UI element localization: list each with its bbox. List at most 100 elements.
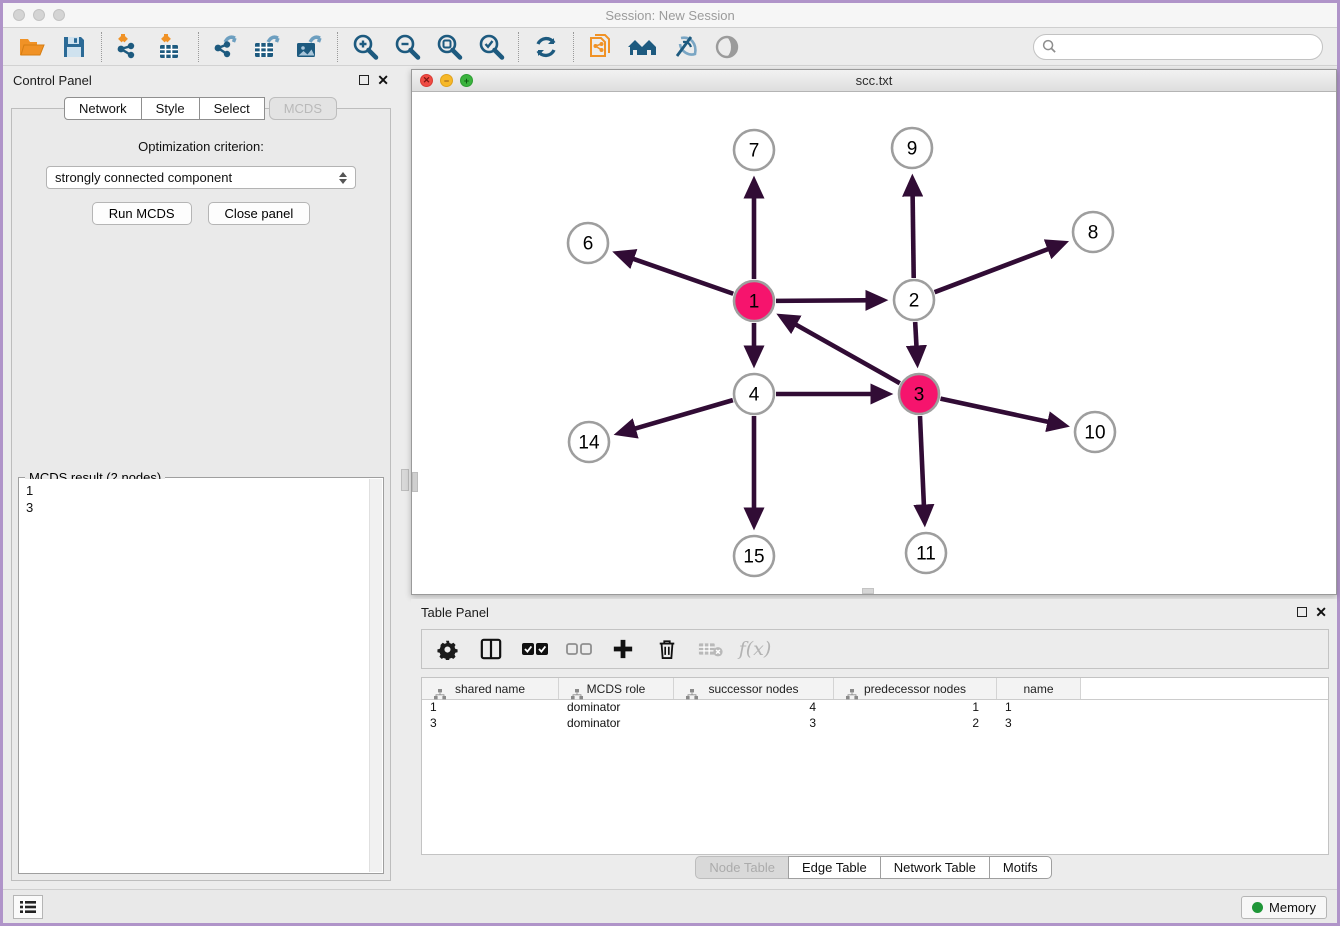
graph-node-6[interactable]: 6 — [568, 223, 608, 263]
cell-shared-name[interactable]: 1 — [422, 700, 559, 716]
control-panel-close-icon[interactable]: ✕ — [377, 73, 389, 87]
table-body: 1dominator4113dominator323 — [422, 700, 1328, 732]
graph-node-15[interactable]: 15 — [734, 536, 774, 576]
close-panel-button[interactable]: Close panel — [208, 202, 311, 225]
status-bar: Memory — [3, 889, 1337, 923]
copy-network-icon[interactable] — [580, 31, 622, 63]
table-settings-icon[interactable] — [432, 634, 462, 664]
search-box[interactable] — [1033, 34, 1323, 60]
task-history-button[interactable] — [13, 895, 43, 919]
cell-predecessor-nodes[interactable]: 1 — [834, 700, 997, 716]
mcds-result-text[interactable]: 1 3 — [20, 479, 369, 872]
cell-name[interactable]: 1 — [997, 700, 1081, 716]
export-network-icon[interactable] — [205, 31, 247, 63]
edge-2-3[interactable] — [915, 322, 917, 361]
tab-edge-table[interactable]: Edge Table — [788, 856, 881, 879]
zoom-selected-icon[interactable] — [470, 31, 512, 63]
column-header-successor-nodes[interactable]: successor nodes — [674, 678, 834, 699]
table-row[interactable]: 1dominator411 — [422, 700, 1328, 716]
deselect-all-checks-icon[interactable] — [564, 634, 594, 664]
table-row[interactable]: 3dominator323 — [422, 716, 1328, 732]
export-table-icon[interactable] — [247, 31, 289, 63]
tab-select[interactable]: Select — [199, 97, 265, 120]
tab-network-table[interactable]: Network Table — [880, 856, 990, 879]
tab-mcds[interactable]: MCDS — [269, 97, 337, 120]
function-builder-icon[interactable]: f(x) — [740, 634, 770, 664]
network-graph[interactable]: 7 9 6 8 1 2 4 3 14 10 15 11 — [412, 92, 1336, 594]
delete-entry-icon[interactable] — [652, 634, 682, 664]
graph-node-3[interactable]: 3 — [899, 374, 939, 414]
open-file-icon[interactable] — [11, 31, 53, 63]
export-image-icon[interactable] — [289, 31, 331, 63]
edge-3-1[interactable] — [783, 317, 900, 383]
zoom-fit-icon[interactable] — [428, 31, 470, 63]
tab-style[interactable]: Style — [141, 97, 200, 120]
graph-node-8[interactable]: 8 — [1073, 212, 1113, 252]
graph-node-2[interactable]: 2 — [894, 280, 934, 320]
edge-3-11[interactable] — [920, 416, 925, 520]
network-hscroll-thumb[interactable] — [862, 588, 874, 594]
graph-node-7[interactable]: 7 — [734, 130, 774, 170]
import-network-icon[interactable] — [108, 31, 150, 63]
import-table-icon[interactable] — [150, 31, 192, 63]
node-label: 3 — [914, 385, 925, 406]
edge-4-14[interactable] — [621, 400, 733, 433]
cell-name[interactable]: 3 — [997, 716, 1081, 732]
run-mcds-button[interactable]: Run MCDS — [92, 202, 192, 225]
column-header-MCDS-role[interactable]: MCDS role — [559, 678, 674, 699]
edge-1-6[interactable] — [619, 254, 733, 294]
graph-node-14[interactable]: 14 — [569, 422, 609, 462]
edge-1-2[interactable] — [776, 300, 881, 301]
network-window-titlebar[interactable]: ✕ − + scc.txt — [412, 70, 1336, 92]
search-input[interactable] — [1063, 39, 1314, 54]
table-panel: Table Panel ✕ — [411, 599, 1337, 889]
node-label: 1 — [749, 292, 760, 313]
edge-3-10[interactable] — [941, 399, 1063, 425]
delete-table-icon[interactable] — [696, 634, 726, 664]
mcds-result-scrollbar[interactable] — [369, 479, 382, 872]
first-neighbors-icon[interactable] — [622, 31, 664, 63]
toolbar-separator — [518, 32, 519, 62]
memory-label: Memory — [1269, 900, 1316, 915]
network-canvas[interactable]: 7 9 6 8 1 2 4 3 14 10 15 11 — [412, 92, 1336, 594]
cell-MCDS-role[interactable]: dominator — [559, 700, 674, 716]
memory-button[interactable]: Memory — [1241, 896, 1327, 919]
refresh-layout-icon[interactable] — [525, 31, 567, 63]
zoom-in-icon[interactable] — [344, 31, 386, 63]
control-panel-float-icon[interactable] — [359, 75, 369, 85]
table-panel-close-icon[interactable]: ✕ — [1315, 605, 1327, 619]
column-visibility-icon[interactable] — [476, 634, 506, 664]
tab-node-table[interactable]: Node Table — [695, 856, 789, 879]
graph-node-11[interactable]: 11 — [906, 533, 946, 573]
graph-node-4[interactable]: 4 — [734, 374, 774, 414]
edge-2-9[interactable] — [912, 181, 913, 278]
cell-shared-name[interactable]: 3 — [422, 716, 559, 732]
graph-node-9[interactable]: 9 — [892, 128, 932, 168]
show-hide-style-icon[interactable] — [664, 31, 706, 63]
network-window-title: scc.txt — [412, 73, 1336, 88]
cell-successor-nodes[interactable]: 3 — [674, 716, 834, 732]
column-header-shared-name[interactable]: shared name — [422, 678, 559, 699]
panel-divider[interactable] — [399, 67, 411, 889]
cell-successor-nodes[interactable]: 4 — [674, 700, 834, 716]
tab-network[interactable]: Network — [64, 97, 142, 120]
column-header-label: successor nodes — [708, 682, 798, 696]
column-header-name[interactable]: name — [997, 678, 1081, 699]
graph-node-10[interactable]: 10 — [1075, 412, 1115, 452]
show-hide-eye-icon[interactable] — [706, 31, 748, 63]
network-vscroll-thumb[interactable] — [412, 472, 418, 492]
save-session-icon[interactable] — [53, 31, 95, 63]
toolbar-separator — [198, 32, 199, 62]
divider-handle[interactable] — [401, 469, 409, 491]
cell-predecessor-nodes[interactable]: 2 — [834, 716, 997, 732]
graph-node-1[interactable]: 1 — [734, 281, 774, 321]
criterion-dropdown[interactable]: strongly connected component — [46, 166, 356, 189]
add-column-icon[interactable] — [608, 634, 638, 664]
zoom-out-icon[interactable] — [386, 31, 428, 63]
column-header-predecessor-nodes[interactable]: predecessor nodes — [834, 678, 997, 699]
table-panel-float-icon[interactable] — [1297, 607, 1307, 617]
tab-motifs[interactable]: Motifs — [989, 856, 1052, 879]
select-all-checks-icon[interactable] — [520, 634, 550, 664]
edge-2-8[interactable] — [935, 244, 1063, 292]
cell-MCDS-role[interactable]: dominator — [559, 716, 674, 732]
